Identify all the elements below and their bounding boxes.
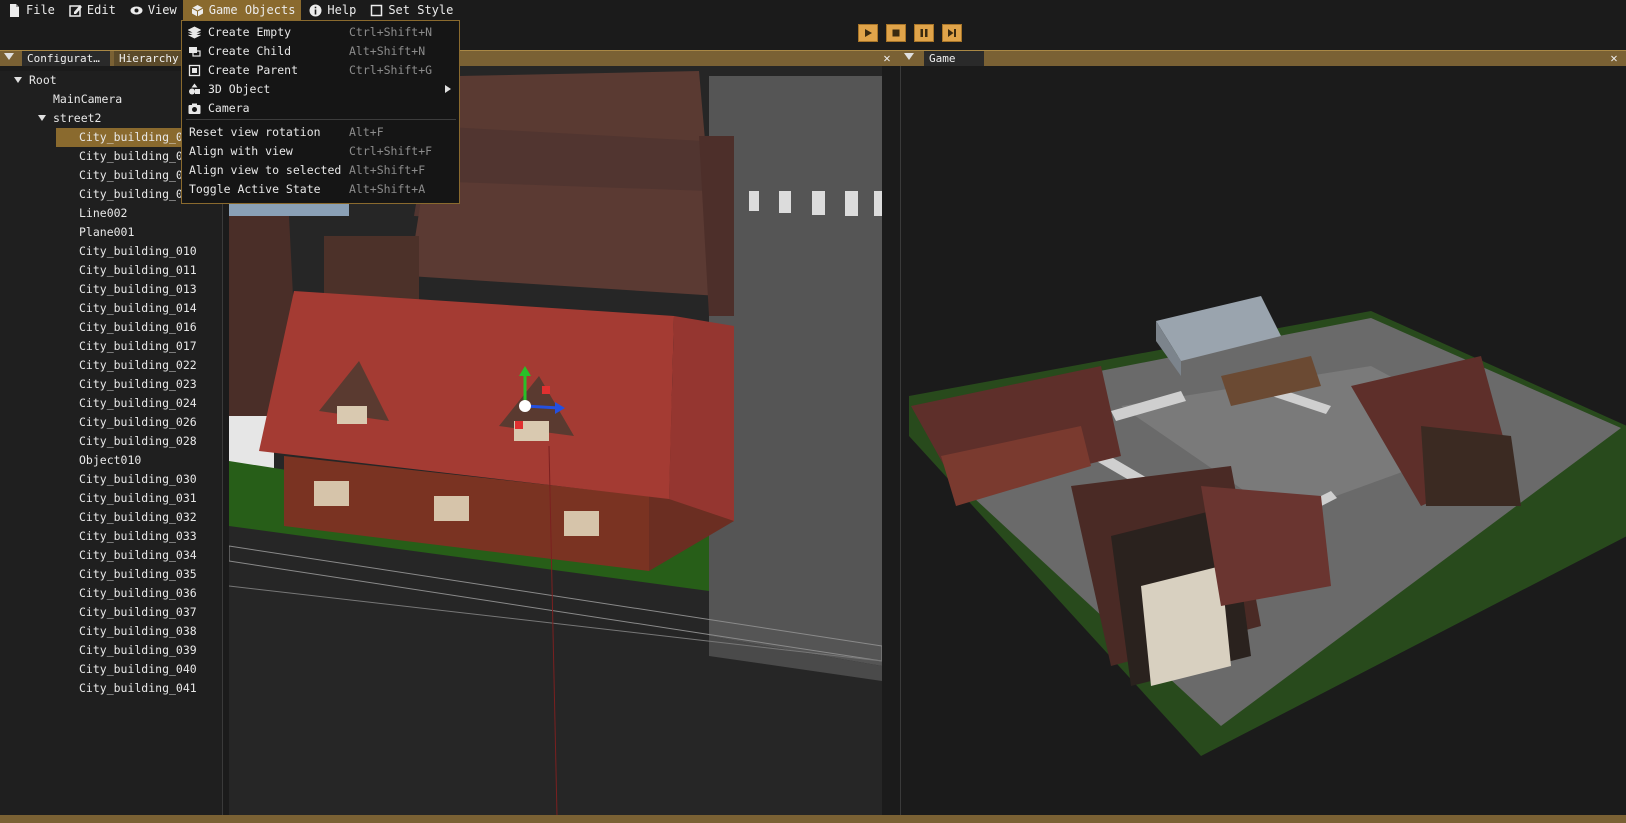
tree-item[interactable]: City_building_017: [79, 337, 197, 356]
status-strip: [0, 815, 1626, 823]
menu-game-objects[interactable]: Game Objects: [182, 0, 302, 20]
tree-item[interactable]: City_building_033: [79, 527, 197, 546]
tree-item[interactable]: City_building_0: [56, 128, 187, 147]
root-expand-icon[interactable]: [14, 77, 22, 83]
menu-bar: File Edit View Game Objects Help Set Sty…: [0, 0, 1626, 20]
file-icon: [10, 3, 19, 17]
game-objects-menu: Create Empty Ctrl+Shift+N Create Child A…: [181, 20, 460, 204]
menu-help[interactable]: Help: [301, 0, 362, 20]
game-render: [909, 296, 1626, 756]
menu-item-create-empty[interactable]: Create Empty Ctrl+Shift+N: [182, 23, 459, 42]
tree-item[interactable]: City_building_0: [79, 185, 183, 204]
create-parent-icon: [188, 64, 201, 77]
tree-item[interactable]: City_building_032: [79, 508, 197, 527]
tab-configuration[interactable]: Configurat…: [22, 51, 110, 66]
square-icon: [371, 4, 383, 16]
menu-set-style[interactable]: Set Style: [362, 0, 459, 20]
tree-item[interactable]: City_building_036: [79, 584, 197, 603]
menu-view[interactable]: View: [122, 0, 183, 20]
panel-collapse-icon[interactable]: [4, 53, 14, 60]
tree-item[interactable]: City_building_035: [79, 565, 197, 584]
play-icon: [865, 29, 872, 37]
menu-edit[interactable]: Edit: [61, 0, 122, 20]
shapes-icon: [189, 83, 200, 95]
play-controls: [858, 24, 962, 42]
menu-game-objects-label: Game Objects: [208, 3, 296, 17]
pause-icon: [920, 29, 928, 37]
tab-game[interactable]: Game: [924, 51, 984, 66]
menu-separator: [186, 119, 456, 120]
tree-item[interactable]: City_building_030: [79, 470, 197, 489]
tree-item[interactable]: City_building_010: [79, 242, 197, 261]
camera-icon: [188, 103, 201, 114]
menu-item-camera[interactable]: Camera: [182, 99, 459, 118]
tree-item[interactable]: City_building_0: [79, 147, 183, 166]
tree-item[interactable]: City_building_022: [79, 356, 197, 375]
tree-street2[interactable]: street2: [53, 109, 101, 128]
tree-item[interactable]: Plane001: [79, 223, 134, 242]
menu-item-create-parent[interactable]: Create Parent Ctrl+Shift+G: [182, 61, 459, 80]
menu-file-label: File: [26, 3, 55, 17]
tree-item[interactable]: City_building_024: [79, 394, 197, 413]
step-button[interactable]: [942, 24, 962, 42]
tree-item[interactable]: City_building_038: [79, 622, 197, 641]
tree-item[interactable]: Object010: [79, 451, 141, 470]
menu-edit-label: Edit: [86, 3, 116, 17]
tree-item[interactable]: City_building_026: [79, 413, 197, 432]
cube-icon: [191, 4, 203, 16]
tree-item[interactable]: City_building_0: [79, 166, 183, 185]
street2-expand-icon[interactable]: [38, 115, 46, 121]
game-close-icon[interactable]: ✕: [1608, 51, 1620, 66]
tree-item[interactable]: City_building_034: [79, 546, 197, 565]
stop-button[interactable]: [886, 24, 906, 42]
game-panel-titlebar: Game ✕: [900, 50, 1626, 66]
tree-item[interactable]: City_building_014: [79, 299, 197, 318]
menu-help-label: Help: [327, 3, 357, 17]
tree-item[interactable]: City_building_016: [79, 318, 197, 337]
menu-item-toggle-active-state[interactable]: Toggle Active State Alt+Shift+A: [182, 180, 459, 199]
game-collapse-icon[interactable]: [904, 53, 914, 60]
menu-file[interactable]: File: [0, 0, 61, 20]
tree-item[interactable]: City_building_023: [79, 375, 197, 394]
tree-main-camera[interactable]: MainCamera: [53, 90, 122, 109]
menu-item-align-with-view[interactable]: Align with view Ctrl+Shift+F: [182, 142, 459, 161]
submenu-arrow-icon: [445, 85, 451, 93]
play-button[interactable]: [858, 24, 878, 42]
game-viewport[interactable]: [900, 66, 1626, 816]
tree-item[interactable]: City_building_013: [79, 280, 197, 299]
tree-item[interactable]: City_building_031: [79, 489, 197, 508]
menu-item-create-child[interactable]: Create Child Alt+Shift+N: [182, 42, 459, 61]
pause-button[interactable]: [914, 24, 934, 42]
tree-item[interactable]: City_building_028: [79, 432, 197, 451]
eye-icon: [130, 6, 143, 14]
menu-item-reset-view-rotation[interactable]: Reset view rotation Alt+F: [182, 123, 459, 142]
info-icon: [309, 4, 322, 16]
step-icon: [948, 29, 956, 37]
edit-icon: [69, 4, 82, 17]
tree-item[interactable]: Line002: [79, 204, 127, 223]
menu-item-align-view-to-selected[interactable]: Align view to selected Alt+Shift+F: [182, 161, 459, 180]
stop-icon: [892, 29, 900, 37]
tree-root[interactable]: Root: [29, 71, 57, 90]
menu-set-style-label: Set Style: [388, 3, 454, 17]
tree-item[interactable]: City_building_039: [79, 641, 197, 660]
create-child-icon: [189, 47, 201, 57]
tree-item[interactable]: City_building_041: [79, 679, 197, 698]
tree-item[interactable]: City_building_011: [79, 261, 197, 280]
layers-icon: [188, 26, 201, 39]
menu-item-3d-object[interactable]: 3D Object: [182, 80, 459, 99]
menu-view-label: View: [147, 3, 177, 17]
tree-item[interactable]: City_building_040: [79, 660, 197, 679]
scene-close-icon[interactable]: ✕: [881, 51, 893, 66]
tree-item[interactable]: City_building_037: [79, 603, 197, 622]
